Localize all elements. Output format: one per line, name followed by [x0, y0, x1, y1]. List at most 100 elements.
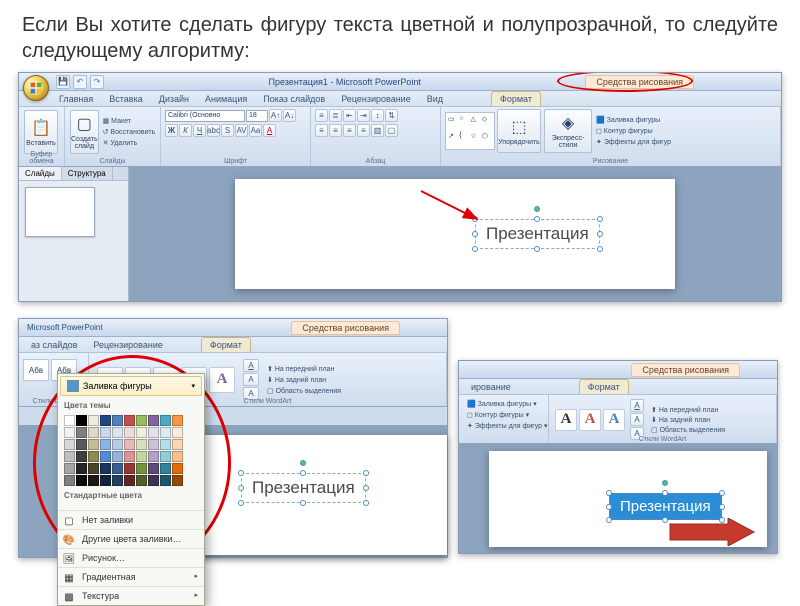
color-swatch[interactable]: [172, 451, 183, 462]
color-swatch[interactable]: [136, 451, 147, 462]
resize-handle[interactable]: [363, 485, 369, 491]
color-swatch[interactable]: [148, 451, 159, 462]
convert-smartart-icon[interactable]: ▢: [385, 124, 398, 137]
qat-save-icon[interactable]: 💾: [56, 75, 70, 89]
rotate-handle[interactable]: [300, 460, 306, 466]
italic-icon[interactable]: К: [179, 124, 192, 137]
text-direction-icon[interactable]: ⇅: [385, 109, 398, 122]
bring-front-button[interactable]: ⬆ На передний план: [265, 364, 343, 374]
picture-fill-item[interactable]: 🖼Рисунок…: [58, 548, 204, 567]
font-size-combo[interactable]: 18: [246, 110, 268, 122]
tab-slideshow-2[interactable]: аз слайдов: [23, 338, 85, 352]
indent-dec-icon[interactable]: ⇤: [343, 109, 356, 122]
resize-handle[interactable]: [363, 470, 369, 476]
color-swatch[interactable]: [160, 415, 171, 426]
tab-outline[interactable]: Структура: [62, 167, 113, 180]
more-colors-item[interactable]: 🎨Другие цвета заливки…: [58, 529, 204, 548]
color-swatch[interactable]: [172, 427, 183, 438]
resize-handle[interactable]: [300, 500, 306, 506]
color-swatch[interactable]: [148, 439, 159, 450]
color-swatch[interactable]: [76, 427, 87, 438]
color-swatch[interactable]: [88, 427, 99, 438]
text-outline-icon[interactable]: A: [243, 373, 259, 386]
color-swatch[interactable]: [100, 475, 111, 486]
color-swatch[interactable]: [160, 475, 171, 486]
color-swatch[interactable]: [88, 463, 99, 474]
slide-canvas-2[interactable]: Презентация: [199, 435, 447, 555]
textbox-selected[interactable]: Презентация: [475, 219, 600, 249]
wordart-style[interactable]: А: [555, 409, 577, 431]
color-swatch[interactable]: [100, 415, 111, 426]
send-back-button[interactable]: ⬇ На задний план: [265, 375, 343, 385]
color-swatch[interactable]: [76, 415, 87, 426]
color-swatch[interactable]: [76, 463, 87, 474]
color-swatch[interactable]: [112, 451, 123, 462]
qat-undo-icon[interactable]: ↶: [73, 75, 87, 89]
tab-animation[interactable]: Анимация: [197, 92, 255, 106]
office-button[interactable]: [23, 75, 49, 101]
strike-icon[interactable]: abc: [207, 124, 220, 137]
resize-handle[interactable]: [719, 504, 725, 510]
color-swatch[interactable]: [148, 427, 159, 438]
align-right-icon[interactable]: ≡: [343, 124, 356, 137]
tab-format[interactable]: Формат: [491, 91, 541, 106]
color-swatch[interactable]: [124, 427, 135, 438]
tab-insert[interactable]: Вставка: [101, 92, 150, 106]
qat-redo-icon[interactable]: ↷: [90, 75, 104, 89]
color-swatch[interactable]: [64, 439, 75, 450]
color-swatch[interactable]: [148, 463, 159, 474]
shape-outline-button-3[interactable]: ◻ Контур фигуры ▾: [465, 410, 542, 420]
paste-button[interactable]: 📋Вставить: [24, 110, 58, 154]
justify-icon[interactable]: ≡: [357, 124, 370, 137]
shapes-gallery[interactable]: ▭○△◇ ↗{☆⬡: [445, 112, 495, 150]
tab-review-2[interactable]: Рецензирование: [85, 338, 171, 352]
bold-icon[interactable]: Ж: [165, 124, 178, 137]
tab-design[interactable]: Дизайн: [151, 92, 197, 106]
shadow-icon[interactable]: S: [221, 124, 234, 137]
arrange-button[interactable]: ⬚Упорядочить: [497, 109, 541, 153]
resize-handle[interactable]: [300, 470, 306, 476]
contextual-tab-drawing-tools-2[interactable]: Средства рисования: [291, 321, 400, 335]
color-swatch[interactable]: [100, 463, 111, 474]
color-swatch[interactable]: [88, 439, 99, 450]
rotate-handle[interactable]: [534, 206, 540, 212]
shape-fill-button-3[interactable]: 🟦 Заливка фигуры ▾: [465, 399, 542, 409]
resize-handle[interactable]: [534, 246, 540, 252]
selection-pane-button-3[interactable]: ▢ Область выделения: [649, 425, 727, 435]
shrink-font-icon[interactable]: A↓: [283, 109, 296, 122]
color-swatch[interactable]: [160, 451, 171, 462]
resize-handle[interactable]: [534, 216, 540, 222]
case-icon[interactable]: Aa: [249, 124, 262, 137]
resize-handle[interactable]: [472, 231, 478, 237]
underline-icon[interactable]: Ч: [193, 124, 206, 137]
resize-handle[interactable]: [662, 490, 668, 496]
tab-view[interactable]: Вид: [419, 92, 451, 106]
color-swatch[interactable]: [172, 463, 183, 474]
color-swatch[interactable]: [136, 415, 147, 426]
color-swatch[interactable]: [76, 439, 87, 450]
resize-handle[interactable]: [472, 246, 478, 252]
quick-styles-button[interactable]: ◈Экспресс-стили: [544, 109, 592, 153]
resize-handle[interactable]: [606, 504, 612, 510]
textbox-filled[interactable]: Презентация: [609, 493, 722, 520]
tab-review[interactable]: Рецензирование: [333, 92, 419, 106]
color-swatch[interactable]: [88, 451, 99, 462]
indent-inc-icon[interactable]: ⇥: [357, 109, 370, 122]
color-swatch[interactable]: [64, 415, 75, 426]
color-swatch[interactable]: [148, 475, 159, 486]
color-swatch[interactable]: [172, 439, 183, 450]
color-swatch[interactable]: [160, 463, 171, 474]
tab-slides-thumbnails[interactable]: Слайды: [19, 167, 62, 180]
tab-review-3[interactable]: ирование: [463, 380, 519, 394]
line-spacing-icon[interactable]: ↕: [371, 109, 384, 122]
color-swatch[interactable]: [136, 427, 147, 438]
color-swatch[interactable]: [172, 475, 183, 486]
resize-handle[interactable]: [363, 500, 369, 506]
slide-canvas[interactable]: Презентация: [235, 179, 675, 289]
color-swatch[interactable]: [112, 439, 123, 450]
shape-effects-button[interactable]: ✦ Эффекты для фигур: [594, 137, 673, 147]
color-swatch[interactable]: [76, 475, 87, 486]
textbox-selected-2[interactable]: Презентация: [241, 473, 366, 503]
color-swatch[interactable]: [112, 463, 123, 474]
columns-icon[interactable]: ▥: [371, 124, 384, 137]
